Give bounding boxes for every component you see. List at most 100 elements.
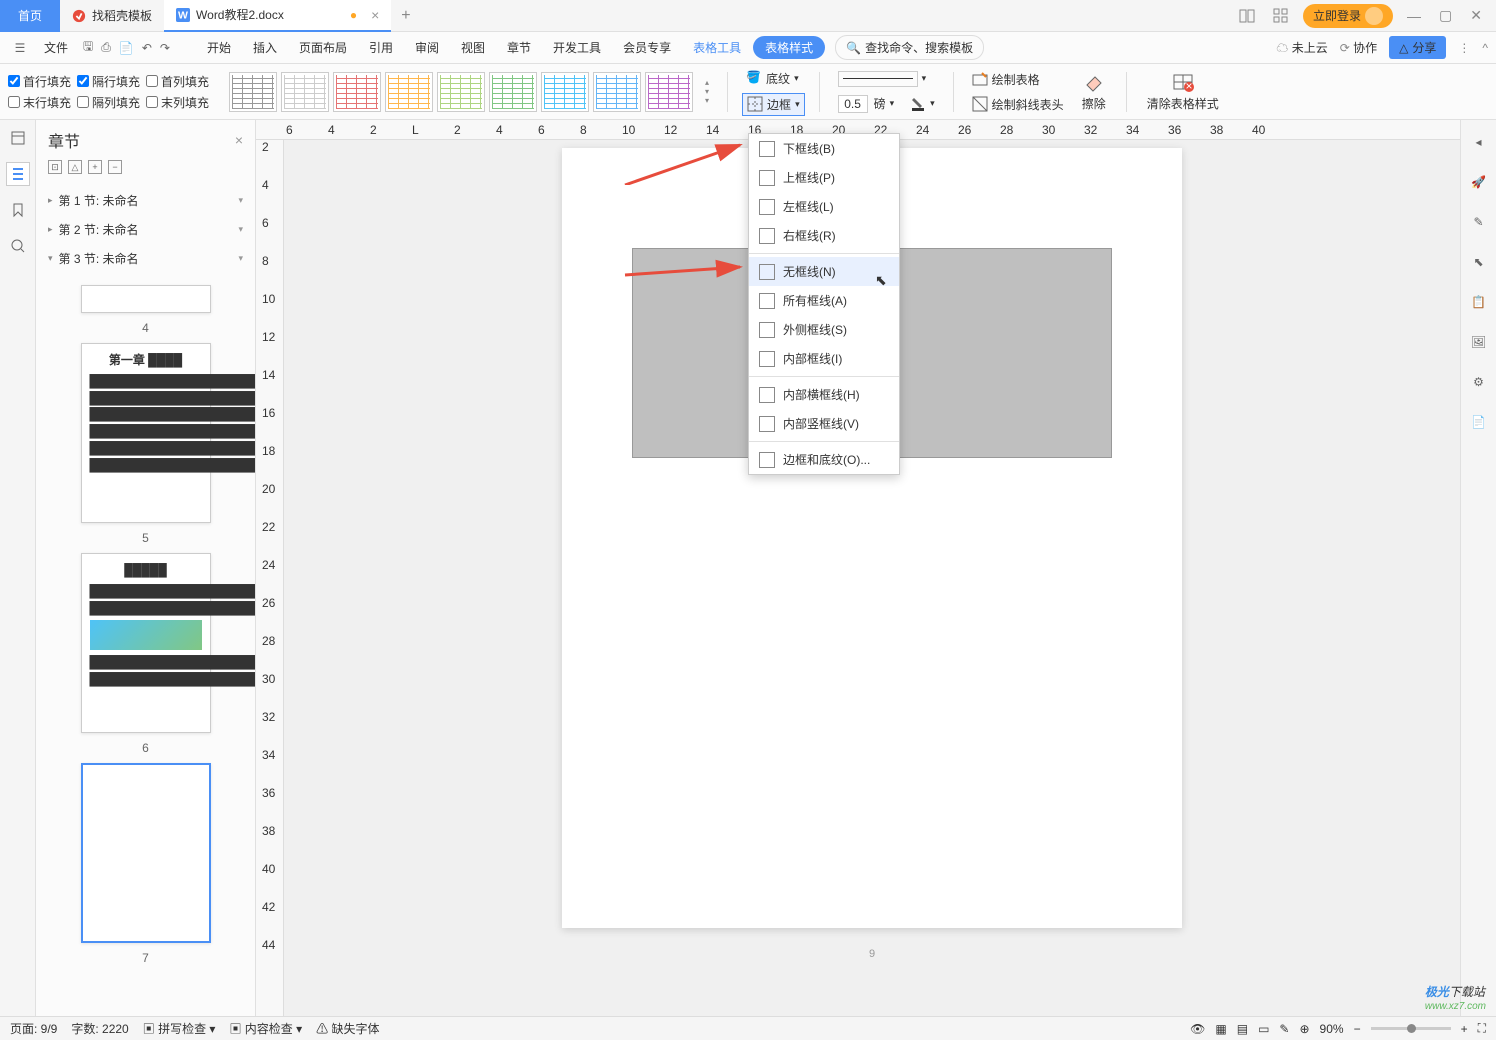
thumb-partial[interactable] [81, 285, 211, 313]
menu-vip[interactable]: 会员专享 [613, 35, 681, 60]
dropdown-item[interactable]: 右框线(R) [749, 221, 899, 250]
view-mode-3[interactable]: ▭ [1258, 1022, 1269, 1036]
view-mode-2[interactable]: ▤ [1237, 1022, 1248, 1036]
sidebar-close[interactable]: × [235, 132, 243, 148]
menu-layout[interactable]: 页面布局 [289, 35, 357, 60]
vertical-ruler[interactable]: 2468101214161820222426283032343638404244 [256, 140, 284, 1020]
login-button[interactable]: 立即登录 [1303, 4, 1393, 28]
collapse-icon[interactable]: ^ [1482, 41, 1488, 55]
menu-view[interactable]: 视图 [451, 35, 495, 60]
thumb-page-5[interactable]: 第一章 ████████████████████████████████████… [81, 343, 211, 523]
close-window-icon[interactable]: ✕ [1466, 7, 1486, 24]
chk-last-col[interactable]: 末列填充 [146, 94, 209, 111]
thumb-page-7[interactable] [81, 763, 211, 943]
table-style-thumb[interactable] [385, 72, 433, 112]
item-menu[interactable]: ▾ [238, 195, 243, 206]
tool-2[interactable]: △ [68, 160, 82, 174]
status-spell[interactable]: ▣ 拼写检查 ▾ [143, 1020, 216, 1037]
table-style-thumb[interactable] [281, 72, 329, 112]
table-style-thumb[interactable] [593, 72, 641, 112]
zoom-reset-icon[interactable]: ⊕ [1299, 1022, 1309, 1036]
tab-home[interactable]: 首页 [0, 0, 60, 32]
erase-button[interactable]: 擦除 [1076, 71, 1112, 112]
chevron-down-icon[interactable]: ▾ [890, 98, 895, 109]
dropdown-item[interactable]: 内部框线(I) [749, 344, 899, 373]
dropdown-item[interactable]: 左框线(L) [749, 192, 899, 221]
menu-insert[interactable]: 插入 [243, 35, 287, 60]
zoom-slider[interactable] [1371, 1027, 1451, 1030]
fullscreen-icon[interactable]: ⛶ [1478, 1021, 1486, 1036]
more-icon[interactable]: ⋮ [1458, 41, 1470, 55]
preview-icon[interactable]: 📄 [116, 41, 137, 55]
draw-table-button[interactable]: 绘制表格 [968, 69, 1068, 90]
line-style[interactable]: ▾ [834, 69, 939, 89]
minimize-icon[interactable]: — [1403, 8, 1425, 24]
menu-table-tools[interactable]: 表格工具 [683, 35, 751, 60]
zoom-in[interactable]: + [1461, 1022, 1468, 1036]
draw-diagonal-button[interactable]: 绘制斜线表头 [968, 94, 1068, 115]
chk-band-col[interactable]: 隔列填充 [77, 94, 140, 111]
status-page[interactable]: 页面: 9/9 [10, 1020, 57, 1037]
outline-item-3[interactable]: ▾ 第 3 节: 未命名 ▾ [36, 244, 255, 273]
view-mode-4[interactable]: ✎ [1279, 1022, 1289, 1036]
dropdown-item[interactable]: 下框线(B) [749, 134, 899, 163]
layout-icon[interactable] [1235, 8, 1259, 24]
chk-last-row[interactable]: 末行填充 [8, 94, 71, 111]
rail-search[interactable] [6, 234, 30, 258]
tab-document[interactable]: W Word教程2.docx ● × [164, 0, 391, 32]
tool-3[interactable]: + [88, 160, 102, 174]
thumb-page-6[interactable]: ████████████████████████████████████████… [81, 553, 211, 733]
rail-select-icon[interactable]: ⬉ [1467, 250, 1491, 274]
save-icon[interactable]: 🖫 [80, 37, 96, 58]
dropdown-item[interactable]: 外侧框线(S) [749, 315, 899, 344]
hamburger-icon[interactable]: ☰ [8, 36, 32, 60]
undo-icon[interactable]: ↶ [139, 41, 155, 55]
table-style-thumb[interactable] [541, 72, 589, 112]
gallery-more[interactable]: ▴▾▾ [701, 76, 713, 107]
menu-section[interactable]: 章节 [497, 35, 541, 60]
status-words[interactable]: 字数: 2220 [71, 1020, 128, 1037]
maximize-icon[interactable]: ▢ [1435, 7, 1456, 24]
search-input[interactable]: 🔍 查找命令、搜索模板 [835, 35, 984, 60]
dropdown-item[interactable]: 内部竖框线(V) [749, 409, 899, 438]
chk-band-row[interactable]: 隔行填充 [77, 73, 140, 90]
rail-expand[interactable]: ◂ [1467, 130, 1491, 154]
menu-ref[interactable]: 引用 [359, 35, 403, 60]
item-menu[interactable]: ▾ [238, 253, 243, 264]
table-style-thumb[interactable] [437, 72, 485, 112]
close-icon[interactable]: × [371, 7, 379, 23]
tab-add[interactable]: + [391, 7, 420, 25]
view-mode-1[interactable]: ▦ [1215, 1022, 1226, 1036]
menu-table-style[interactable]: 表格样式 [753, 36, 825, 59]
share-button[interactable]: △ 分享 [1389, 36, 1446, 59]
view-eye-icon[interactable]: 👁 [1190, 1022, 1205, 1036]
tab-templates[interactable]: 找稻壳模板 [60, 0, 164, 32]
menu-start[interactable]: 开始 [197, 35, 241, 60]
border-button[interactable]: 边框 ▾ [742, 93, 805, 116]
chevron-down-icon[interactable]: ▾ [930, 98, 935, 109]
item-menu[interactable]: ▾ [238, 224, 243, 235]
table-style-thumb[interactable] [645, 72, 693, 112]
cloud-status[interactable]: ☁ 未上云 [1276, 39, 1327, 56]
rail-outline[interactable] [6, 162, 30, 186]
dropdown-item[interactable]: 内部横框线(H) [749, 380, 899, 409]
table-style-thumb[interactable] [489, 72, 537, 112]
rail-clipboard-icon[interactable]: 📋 [1467, 290, 1491, 314]
shading-button[interactable]: 🪣 底纹 ▾ [742, 68, 805, 89]
rail-doc-icon[interactable]: 📄 [1467, 410, 1491, 434]
tool-4[interactable]: − [108, 160, 122, 174]
menu-review[interactable]: 审阅 [405, 35, 449, 60]
status-font[interactable]: ⚠ 缺失字体 [316, 1020, 379, 1037]
status-content[interactable]: ▣ 内容检查 ▾ [229, 1020, 302, 1037]
tool-1[interactable]: ⊡ [48, 160, 62, 174]
menu-dev[interactable]: 开发工具 [543, 35, 611, 60]
outline-item-1[interactable]: ▸ 第 1 节: 未命名 ▾ [36, 186, 255, 215]
chk-first-col[interactable]: 首列填充 [146, 73, 209, 90]
chk-first-row[interactable]: 首行填充 [8, 73, 71, 90]
zoom-label[interactable]: 90% [1320, 1022, 1344, 1036]
table-style-thumb[interactable] [333, 72, 381, 112]
rail-rocket-icon[interactable]: 🚀 [1467, 170, 1491, 194]
redo-icon[interactable]: ↷ [157, 41, 173, 55]
menu-file[interactable]: 文件 [34, 35, 78, 60]
dropdown-item[interactable]: 上框线(P) [749, 163, 899, 192]
